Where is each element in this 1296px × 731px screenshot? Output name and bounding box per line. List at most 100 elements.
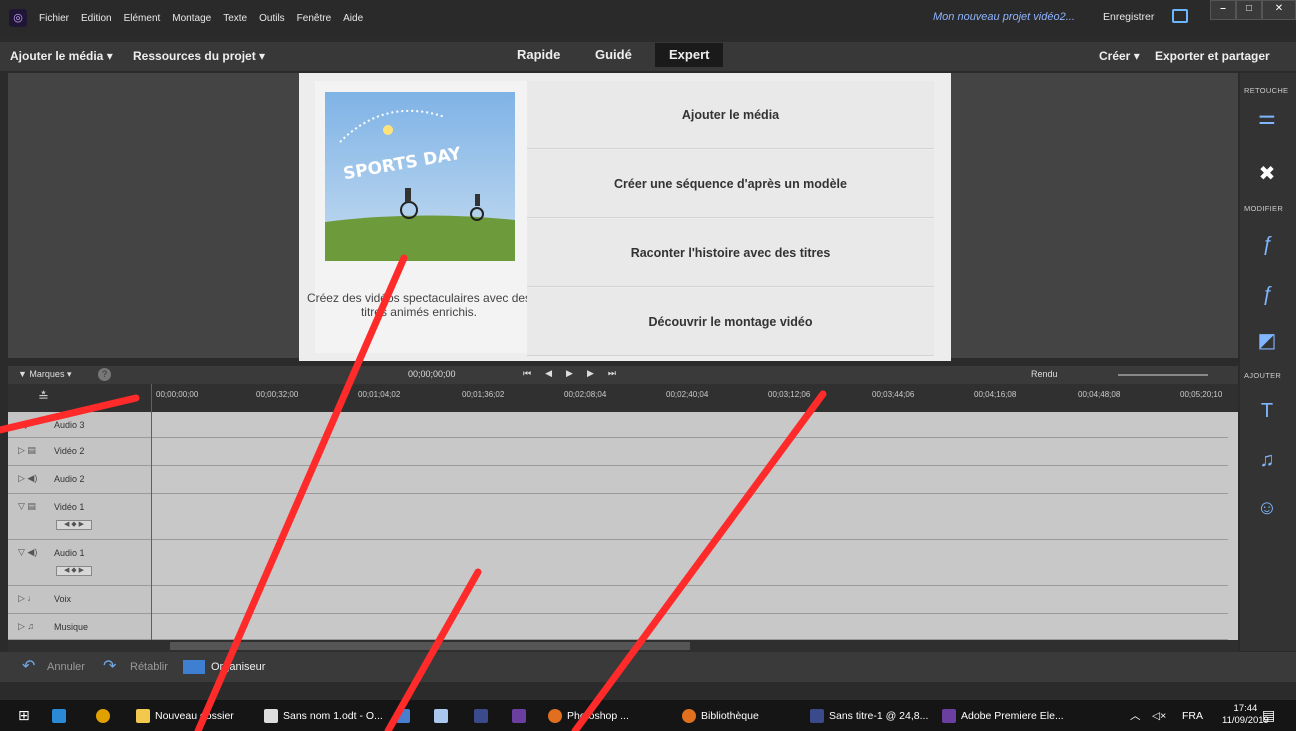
playhead[interactable]: [151, 384, 152, 640]
speaker-icon: ◀): [18, 419, 28, 429]
track-header: ▽ ◀) Audio 1 ◀ ◆ ▶: [8, 540, 152, 585]
windows-taskbar: ⊞ Nouveau dossier Sans nom 1.odt - O... …: [0, 700, 1296, 731]
add-media-menu[interactable]: Ajouter le média ▾: [10, 49, 113, 63]
language-indicator[interactable]: FRA: [1182, 700, 1203, 731]
menu-texte[interactable]: Texte: [223, 13, 247, 24]
track-music[interactable]: ▷ ♫ Musique: [8, 614, 1228, 640]
taskbar-item-premiere[interactable]: Adobe Premiere Ele...: [942, 700, 1064, 731]
ruler-tick: 00;03;44;06: [872, 390, 915, 399]
tools-icon[interactable]: ✖: [1254, 161, 1280, 187]
track-audio-1[interactable]: ▽ ◀) Audio 1 ◀ ◆ ▶: [8, 540, 1228, 586]
redo-button[interactable]: Rétablir: [130, 661, 168, 673]
current-timecode[interactable]: 00;00;00;00: [408, 369, 456, 379]
save-button[interactable]: Enregistrer: [1103, 11, 1154, 23]
ruler-tick: 00;02;40;04: [666, 390, 709, 399]
option-discover-editing[interactable]: Découvrir le montage vidéo: [527, 288, 934, 356]
redo-icon[interactable]: ↷: [103, 656, 116, 676]
track-settings-icon[interactable]: ≛: [38, 389, 49, 405]
mode-bar: Ajouter le média ▾ Ressources du projet …: [0, 42, 1296, 71]
window-controls: – □ ✕: [1210, 0, 1296, 20]
track-header: ▷ ◀) Audio 2: [8, 466, 152, 493]
timeline-tracks: ◀) Audio 3 ▷ ▤ Vidéo 2 ▷ ◀) Audio 2 ▽ ▤ Vidé…: [8, 412, 1238, 640]
option-create-from-template[interactable]: Créer une séquence d'après un modèle: [527, 150, 934, 218]
music-icon[interactable]: ♫: [1254, 447, 1280, 473]
track-audio-3[interactable]: ◀) Audio 3: [8, 412, 1228, 438]
ruler-tick: 00;00;00;00: [156, 390, 199, 399]
menu-edition[interactable]: Edition: [81, 13, 112, 24]
monitor-icon[interactable]: [1172, 9, 1188, 23]
undo-icon[interactable]: ↶: [22, 656, 35, 676]
export-share-menu[interactable]: Exporter et partager: [1155, 49, 1270, 63]
organizer-button[interactable]: Organiseur: [211, 661, 265, 673]
track-audio-2[interactable]: ▷ ◀) Audio 2: [8, 466, 1228, 494]
markers-menu[interactable]: ▼ Marques ▾: [18, 369, 71, 380]
taskbar-item-folder[interactable]: Nouveau dossier: [136, 700, 234, 731]
transport-controls[interactable]: ⏮◀▶▶⏭: [523, 368, 630, 379]
minimize-button[interactable]: –: [1210, 0, 1236, 20]
ruler-tick: 00;02;08;04: [564, 390, 607, 399]
keyframe-controls[interactable]: ◀ ◆ ▶: [56, 566, 92, 576]
track-header: ◀) Audio 3: [8, 412, 152, 437]
sports-day-thumbnail[interactable]: SPORTS DAY: [325, 92, 515, 261]
menu-outils[interactable]: Outils: [259, 13, 285, 24]
app-logo-icon: ◎: [9, 9, 27, 27]
track-voice[interactable]: ▷ ♩ Voix: [8, 586, 1228, 614]
taskbar-item-photoshop[interactable]: Photoshop ...: [548, 700, 629, 731]
media-player-icon[interactable]: [52, 700, 71, 731]
taskbar-item-writer[interactable]: Sans nom 1.odt - O...: [264, 700, 383, 731]
keyframe-controls[interactable]: ◀ ◆ ▶: [56, 520, 92, 530]
taskbar-icon[interactable]: [396, 700, 415, 731]
maximize-button[interactable]: □: [1236, 0, 1262, 20]
taskbar-item-library[interactable]: Bibliothèque: [682, 700, 759, 731]
render-button[interactable]: Rendu: [1031, 369, 1058, 379]
tab-expert[interactable]: Expert: [655, 43, 724, 67]
music-icon: ▷ ♫: [18, 621, 35, 631]
tab-rapide[interactable]: Rapide: [517, 47, 560, 62]
taskbar-icon[interactable]: [512, 700, 531, 731]
adjustments-icon[interactable]: ⚌: [1254, 105, 1280, 131]
fx-icon[interactable]: ƒ: [1254, 281, 1280, 307]
ruler-tick: 00;01;36;02: [462, 390, 505, 399]
menu-montage[interactable]: Montage: [172, 13, 211, 24]
project-resources-menu[interactable]: Ressources du projet ▾: [133, 49, 265, 63]
organizer-icon[interactable]: [183, 660, 205, 674]
windows-start-icon[interactable]: ⊞: [18, 700, 30, 731]
track-video-1[interactable]: ▽ ▤ Vidéo 1 ◀ ◆ ▶: [8, 494, 1228, 540]
chevron-up-icon[interactable]: ︿: [1130, 700, 1141, 731]
fx-edit-icon[interactable]: ƒ: [1254, 231, 1280, 257]
track-header: ▷ ♩ Voix: [8, 586, 152, 613]
ajouter-header: AJOUTER: [1244, 371, 1282, 380]
horizontal-scrollbar[interactable]: [8, 640, 1238, 652]
emoji-icon[interactable]: ☺: [1254, 495, 1280, 521]
film-icon: ▷ ▤: [18, 445, 36, 455]
track-video-2[interactable]: ▷ ▤ Vidéo 2: [8, 438, 1228, 466]
project-name[interactable]: Mon nouveau projet vidéo2...: [933, 11, 1075, 23]
undo-button[interactable]: Annuler: [47, 661, 85, 673]
track-header: ▽ ▤ Vidéo 1 ◀ ◆ ▶: [8, 494, 152, 539]
taskbar-icon[interactable]: [474, 700, 493, 731]
help-icon[interactable]: ?: [98, 368, 111, 381]
film-icon: ▽ ▤: [18, 501, 36, 511]
option-tell-story-titles[interactable]: Raconter l'histoire avec des titres: [527, 219, 934, 287]
tab-guide[interactable]: Guidé: [595, 47, 632, 62]
menu-element[interactable]: Elément: [124, 13, 161, 24]
option-add-media[interactable]: Ajouter le média: [527, 81, 934, 149]
menu-fichier[interactable]: Fichier: [39, 13, 69, 24]
transitions-icon[interactable]: ◩: [1254, 328, 1280, 354]
volume-icon[interactable]: ◁×: [1152, 700, 1166, 731]
zoom-slider[interactable]: [1118, 374, 1208, 376]
modifier-header: MODIFIER: [1244, 204, 1284, 213]
notification-icon[interactable]: ▤: [1262, 700, 1275, 731]
time-ruler[interactable]: ≛ 00;00;00;00 00;00;32;00 00;01;04;02 00…: [8, 384, 1238, 412]
menu-aide[interactable]: Aide: [343, 13, 363, 24]
create-menu[interactable]: Créer ▾: [1099, 49, 1140, 63]
close-button[interactable]: ✕: [1262, 0, 1296, 20]
taskbar-item-untitled[interactable]: Sans titre-1 @ 24,8...: [810, 700, 928, 731]
taskbar-icon[interactable]: [434, 700, 453, 731]
title-icon[interactable]: T: [1254, 398, 1280, 424]
welcome-panel: SPORTS DAY Créez des vidéos spectaculair…: [299, 73, 951, 361]
menu-fenetre[interactable]: Fenêtre: [297, 13, 331, 24]
scroll-thumb[interactable]: [170, 642, 690, 650]
chrome-icon[interactable]: [96, 700, 115, 731]
ruler-tick: 00;01;04;02: [358, 390, 401, 399]
